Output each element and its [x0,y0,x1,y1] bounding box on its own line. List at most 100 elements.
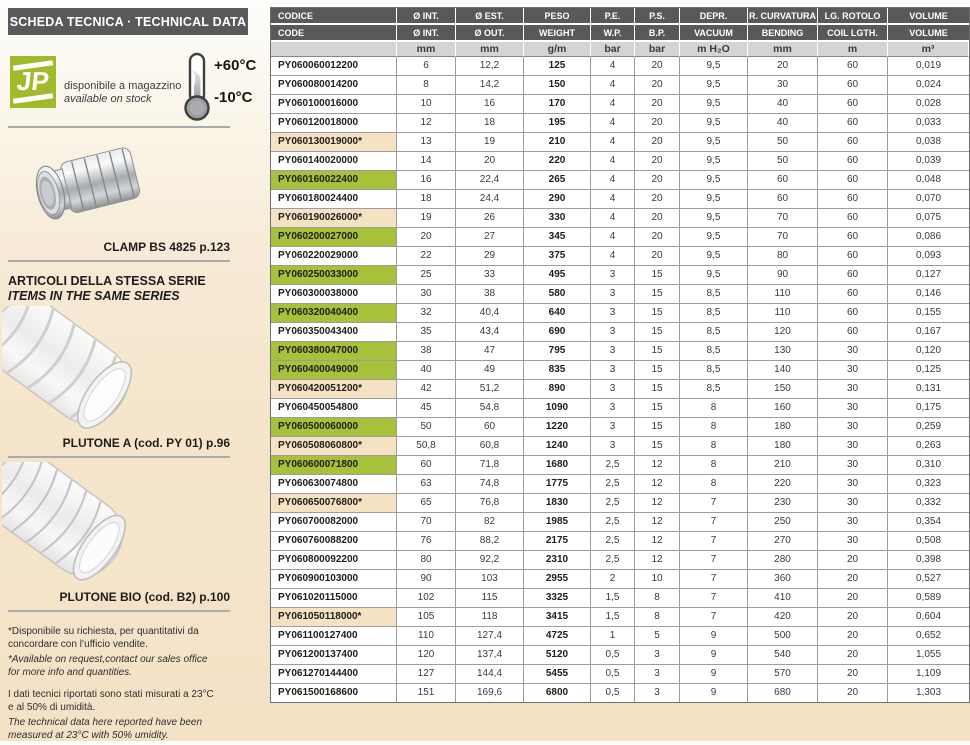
value-cell: 1,303 [888,684,969,702]
column-header: WEIGHT [524,25,591,42]
table-row: PY060300038000 30 38 580 3 15 8,5 110 60 0,146 [271,285,969,304]
value-cell: 375 [524,247,591,266]
hose-plutone-a-image [2,306,133,429]
value-cell: 70 [397,513,456,532]
value-cell: 2,5 [591,494,635,513]
value-cell: 19 [456,133,524,152]
value-cell: 50 [748,152,818,171]
value-cell: 500 [748,627,818,646]
table-row: PY061270144400 127 144,4 5455 0,5 3 9 570 20 1,10… [271,665,969,684]
value-cell: 18 [456,114,524,133]
value-cell: 0,033 [888,114,969,133]
column-header: P.E. [591,8,635,25]
value-cell: 4 [591,114,635,133]
value-cell: 60 [818,152,888,171]
plutone-a-caption: PLUTONE A (cod. PY 01) p.96 [62,436,230,450]
value-cell: 20 [818,646,888,665]
table-body: PY060060012200 6 12,2 125 4 20 9,5 20 60 0,019 PY0… [271,57,969,702]
table-row: PY060200027000 20 27 345 4 20 9,5 70 60 0,086 [271,228,969,247]
code-cell: PY061200137400 [271,646,397,665]
same-series-heading-it: ARTICOLI DELLA STESSA SERIE [8,274,206,288]
value-cell: 60 [818,171,888,190]
value-cell: 144,4 [456,665,524,684]
value-cell: 7 [680,513,748,532]
code-cell: PY060500060000 [271,418,397,437]
value-cell: 9,5 [680,171,748,190]
value-cell: 1 [591,627,635,646]
code-cell: PY061020115000 [271,589,397,608]
table-row: PY061050118000* 105 118 3415 1,5 8 7 420 20 0,604 [271,608,969,627]
value-cell: 3 [591,361,635,380]
column-header: m H₂O [680,42,748,57]
table-row: PY060350043400 35 43,4 690 3 15 8,5 120 60 0,167 [271,323,969,342]
value-cell: 43,4 [456,323,524,342]
table-row: PY060900103000 90 103 2955 2 10 7 360 20 0,527 [271,570,969,589]
value-cell: 4 [591,76,635,95]
value-cell: 1985 [524,513,591,532]
value-cell: 20 [635,57,680,76]
value-cell: 570 [748,665,818,684]
value-cell: 33 [456,266,524,285]
value-cell: 49 [456,361,524,380]
value-cell: 169,6 [456,684,524,702]
value-cell: 0,120 [888,342,969,361]
code-cell: PY060900103000 [271,570,397,589]
stock-note-it: disponibile a magazzino [64,80,182,92]
column-header: R. CURVATURA [748,8,818,25]
value-cell: 50,8 [397,437,456,456]
value-cell: 5120 [524,646,591,665]
value-cell: 127 [397,665,456,684]
value-cell: 2175 [524,532,591,551]
value-cell: 102 [397,589,456,608]
value-cell: 7 [680,551,748,570]
value-cell: 2,5 [591,456,635,475]
column-header: CODICE [271,8,397,25]
value-cell: 8,5 [680,342,748,361]
footnote: The technical data here reported have be… [8,717,203,741]
column-header: mm [748,42,818,57]
value-cell: 3 [635,646,680,665]
value-cell: 20 [397,228,456,247]
column-header: g/m [524,42,591,57]
value-cell: 20 [818,684,888,702]
plutone-bio-caption: PLUTONE BIO (cod. B2) p.100 [59,590,230,604]
value-cell: 150 [524,76,591,95]
value-cell: 6 [397,57,456,76]
value-cell: 195 [524,114,591,133]
table-row: PY060120018000 12 18 195 4 20 9,5 40 60 0,033 [271,114,969,133]
header-row: CODE Ø INT. Ø OUT. WEIGHT W.P. B.P. VACUUM BEND… [271,25,969,42]
value-cell: 115 [456,589,524,608]
column-header: B.P. [635,25,680,42]
value-cell: 0,604 [888,608,969,627]
value-cell: 0,589 [888,589,969,608]
value-cell: 220 [524,152,591,171]
value-cell: 12 [635,494,680,513]
value-cell: 1680 [524,456,591,475]
value-cell: 9,5 [680,152,748,171]
value-cell: 1090 [524,399,591,418]
value-cell: 47 [456,342,524,361]
value-cell: 180 [748,418,818,437]
value-cell: 1220 [524,418,591,437]
value-cell: 15 [635,342,680,361]
table-row: PY060190026000* 19 26 330 4 20 9,5 70 60 0,075 [271,209,969,228]
value-cell: 4 [591,133,635,152]
value-cell: 15 [635,437,680,456]
table-row: PY061200137400 120 137,4 5120 0,5 3 9 540 20 1,05… [271,646,969,665]
table-row: PY060140020000 14 20 220 4 20 9,5 50 60 0,039 [271,152,969,171]
value-cell: 26 [456,209,524,228]
value-cell: 0,024 [888,76,969,95]
divider [8,610,230,612]
value-cell: 30 [818,532,888,551]
value-cell: 110 [748,285,818,304]
value-cell: 4 [591,152,635,171]
value-cell: 3 [591,437,635,456]
same-series-heading: ARTICOLI DELLA STESSA SERIE ITEMS IN THE… [8,274,206,304]
value-cell: 2,5 [591,513,635,532]
value-cell: 74,8 [456,475,524,494]
column-header: VACUUM [680,25,748,42]
code-cell: PY060220029000 [271,247,397,266]
column-header: Ø INT. [397,25,456,42]
value-cell: 20 [635,152,680,171]
value-cell: 14 [397,152,456,171]
